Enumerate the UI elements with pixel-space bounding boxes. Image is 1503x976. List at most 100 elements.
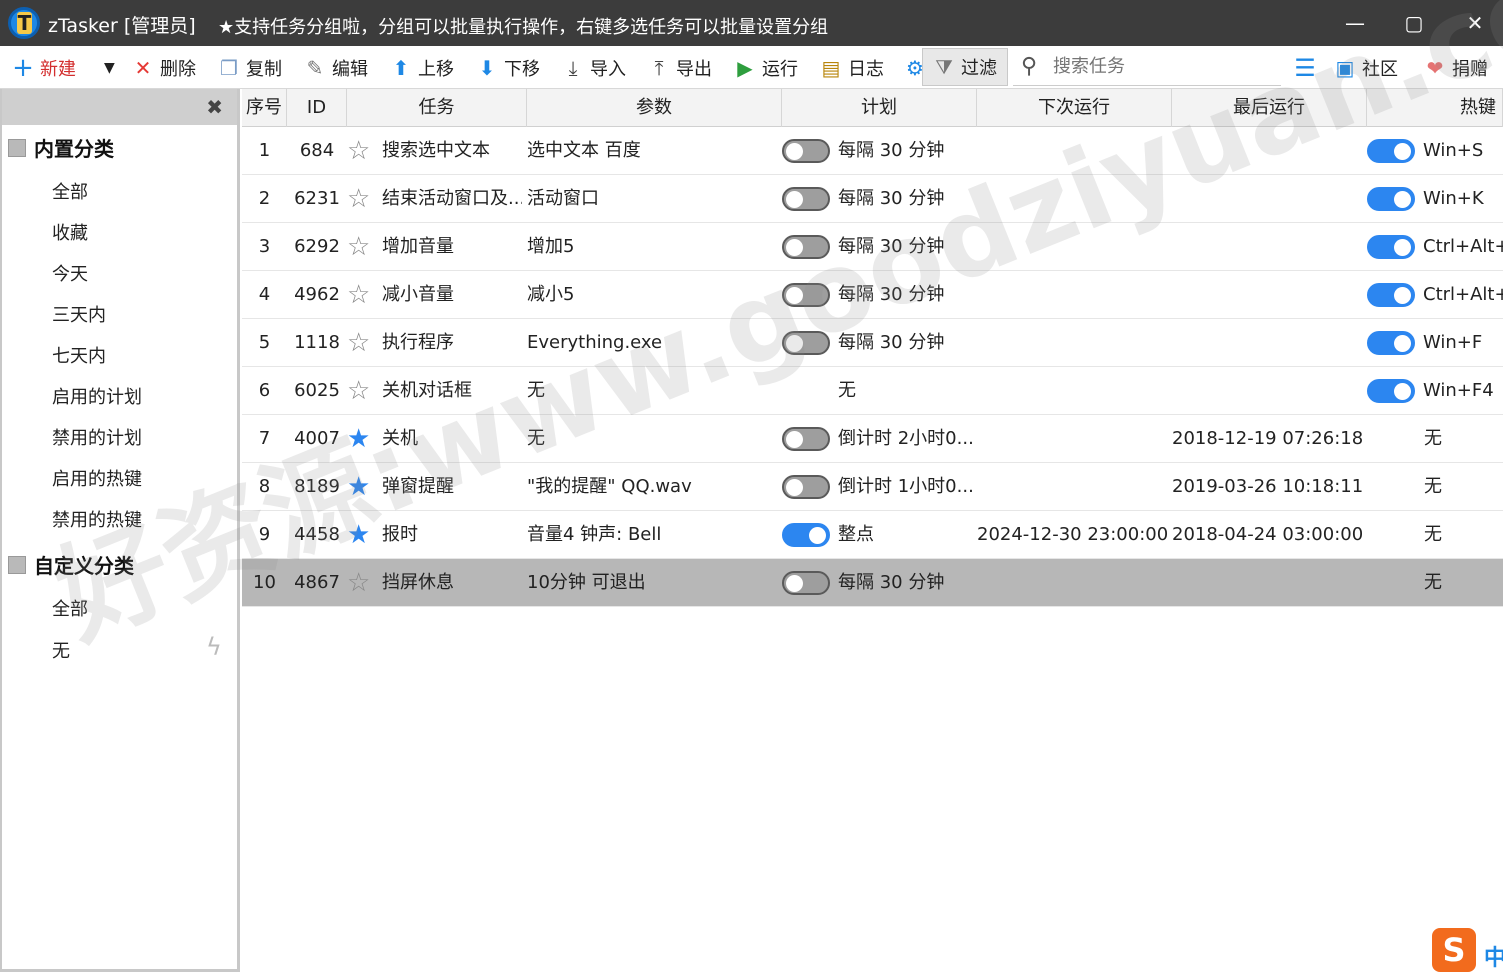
plan-toggle[interactable] [782,571,830,595]
sogou-ime-icon[interactable]: S [1432,928,1476,972]
cell-id: 4458 [294,524,340,545]
custom-category-header[interactable]: 自定义分类 [8,550,134,579]
plan-toggle[interactable] [782,427,830,451]
cell-last-run [1172,319,1367,367]
delete-button[interactable]: ✕ 删除 [132,46,196,89]
star-filled-icon[interactable]: ★ [347,474,375,500]
table-row[interactable]: 10 4867 ☆ 挡屏休息 10分钟 可退出 每隔 30 分钟 无 [242,559,1503,607]
search-box: ⚲ [1013,48,1281,86]
table-row[interactable]: 9 4458 ★ 报时 音量4 钟声: Bell 整点 2024-12-30 23:00:0… [242,511,1503,559]
cell-next-run [977,415,1172,463]
sidebar-item-enabled-plans[interactable]: 启用的计划 [52,383,142,409]
star-outline-icon[interactable]: ☆ [347,570,375,596]
plan-toggle[interactable] [782,475,830,499]
col-header-hotkey[interactable]: 热键 [1367,89,1503,127]
star-outline-icon[interactable]: ☆ [347,234,375,260]
star-filled-icon[interactable]: ★ [347,522,375,548]
plan-toggle[interactable] [782,235,830,259]
sidebar-header: ✖ [2,89,237,125]
sidebar-item-disabled-hotkeys[interactable]: 禁用的热键 [52,506,142,532]
sidebar-item-custom-all[interactable]: 全部 [52,595,88,621]
title-notice: ★支持任务分组啦，分组可以批量执行操作，右键多选任务可以批量设置分组 [218,17,829,38]
move-down-button[interactable]: ⬇ 下移 [476,46,540,89]
plan-toggle[interactable] [782,187,830,211]
run-button[interactable]: ▶ 运行 [734,46,798,89]
lightning-icon[interactable]: ϟ [206,633,222,661]
maximize-icon[interactable]: ▢ [1399,8,1429,38]
cell-task: 结束活动窗口及... [382,188,522,209]
table-row[interactable]: 2 6231 ☆ 结束活动窗口及... 活动窗口 每隔 30 分钟 Win+K [242,175,1503,223]
table-row[interactable]: 7 4007 ★ 关机 无 倒计时 2小时0... 2018-12-19 07:26:18 无 [242,415,1503,463]
sidebar-item-disabled-plans[interactable]: 禁用的计划 [52,424,142,450]
hotkey-toggle[interactable] [1367,379,1415,403]
table-row[interactable]: 8 8189 ★ 弹窗提醒 "我的提醒" QQ.wav 倒计时 1小时0... 2019-0… [242,463,1503,511]
col-header-param[interactable]: 参数 [527,89,782,127]
collapse-icon[interactable] [8,555,26,574]
cell-task: 增加音量 [382,236,454,257]
list-view-button[interactable]: ☰ [1294,46,1322,89]
col-header-task[interactable]: 任务 [347,89,527,127]
col-header-plan[interactable]: 计划 [782,89,977,127]
hotkey-toggle[interactable] [1367,187,1415,211]
import-button[interactable]: ⤓ 导入 [562,46,626,89]
sidebar-item-seven-days[interactable]: 七天内 [52,342,106,368]
star-outline-icon[interactable]: ☆ [347,330,375,356]
col-header-last-run[interactable]: 最后运行 [1172,89,1367,127]
col-header-seq[interactable]: 序号 [242,89,287,127]
ime-mode-indicator[interactable]: 中 [1484,940,1503,972]
star-outline-icon[interactable]: ☆ [347,186,375,212]
move-up-button[interactable]: ⬆ 上移 [390,46,454,89]
star-filled-icon[interactable]: ★ [347,426,375,452]
close-icon[interactable]: ✕ [1460,8,1490,38]
table-row[interactable]: 5 1118 ☆ 执行程序 Everything.exe 每隔 30 分钟 Win+F [242,319,1503,367]
minimize-icon[interactable]: — [1340,8,1370,38]
cell-next-run [977,559,1172,607]
table-row[interactable]: 1 684 ☆ 搜索选中文本 选中文本 百度 每隔 30 分钟 Win+S [242,127,1503,175]
hotkey-toggle[interactable] [1367,283,1415,307]
sidebar-item-custom-none[interactable]: 无 [52,637,70,663]
table-row[interactable]: 4 4962 ☆ 减小音量 减小5 每隔 30 分钟 Ctrl+Alt+ [242,271,1503,319]
star-outline-icon[interactable]: ☆ [347,138,375,164]
col-header-id[interactable]: ID [287,89,347,127]
sidebar-item-today[interactable]: 今天 [52,260,88,286]
filter-button[interactable]: ⧩ 过滤 [922,48,1008,86]
cell-task: 挡屏休息 [382,572,454,593]
sidebar-item-favorites[interactable]: 收藏 [52,219,88,245]
col-header-next-run[interactable]: 下次运行 [977,89,1172,127]
cell-hotkey: Win+S [1423,140,1484,161]
star-outline-icon[interactable]: ☆ [347,282,375,308]
sidebar-item-three-days[interactable]: 三天内 [52,301,106,327]
collapse-icon[interactable] [8,138,26,157]
copy-button[interactable]: ❐ 复制 [218,46,282,89]
new-dropdown-button[interactable]: ▼ [104,46,115,89]
hotkey-toggle[interactable] [1367,331,1415,355]
cell-hotkey: 无 [1424,572,1442,593]
dropdown-arrow-icon: ▼ [104,59,115,76]
play-icon: ▶ [737,55,753,80]
donate-button[interactable]: ❤ 捐赠 [1424,46,1488,89]
log-button[interactable]: ▤ 日志 [820,46,884,89]
close-sidebar-icon[interactable]: ✖ [206,95,223,119]
plan-toggle[interactable] [782,139,830,163]
cell-seq: 2 [258,188,271,209]
star-outline-icon[interactable]: ☆ [347,378,375,404]
sidebar-item-all[interactable]: 全部 [52,178,88,204]
toggle-knob [786,431,803,448]
edit-button[interactable]: ✎ 编辑 [304,46,368,89]
hotkey-toggle[interactable] [1367,235,1415,259]
hotkey-toggle[interactable] [1367,139,1415,163]
plan-toggle[interactable] [782,283,830,307]
new-button[interactable]: + 新建 [12,46,76,89]
export-button[interactable]: ⤒ 导出 [648,46,712,89]
builtin-category-header[interactable]: 内置分类 [8,133,114,162]
sidebar-item-enabled-hotkeys[interactable]: 启用的热键 [52,465,142,491]
table-row[interactable]: 6 6025 ☆ 关机对话框 无 无 Win+F4 [242,367,1503,415]
arrow-down-icon: ⬇ [478,55,496,80]
search-input[interactable] [1053,56,1273,77]
plan-toggle[interactable] [782,523,830,547]
cell-param: 减小5 [527,284,575,305]
plan-toggle[interactable] [782,331,830,355]
table-row[interactable]: 3 6292 ☆ 增加音量 增加5 每隔 30 分钟 Ctrl+Alt+ [242,223,1503,271]
community-button[interactable]: ▣ 社区 [1334,46,1398,89]
cell-seq: 8 [258,476,271,497]
